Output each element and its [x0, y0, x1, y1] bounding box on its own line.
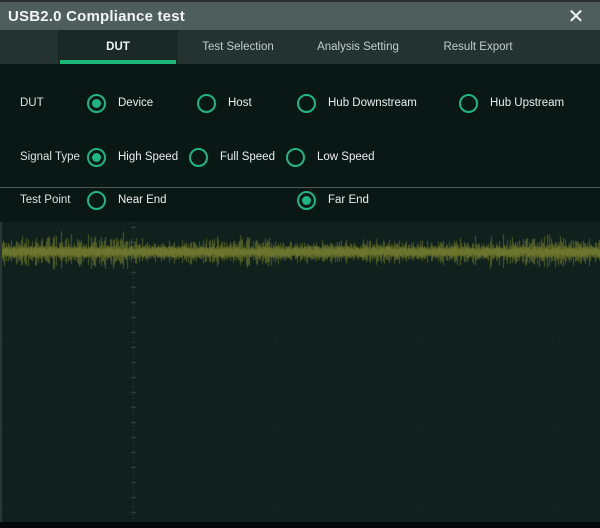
- tab-strip: DUT Test Selection Analysis Setting Resu…: [58, 30, 538, 64]
- radio-icon: [189, 148, 208, 167]
- dut-row: DUT Device Host Hub Downstream Hub Upstr…: [0, 88, 600, 118]
- radio-icon: [286, 148, 305, 167]
- signal-type-row: Signal Type High Speed Full Speed Low Sp…: [0, 142, 600, 172]
- radio-full-speed-label: Full Speed: [220, 151, 275, 163]
- dialog-title: USB2.0 Compliance test: [8, 8, 185, 25]
- radio-host-label: Host: [228, 97, 252, 109]
- close-icon[interactable]: ✕: [560, 2, 592, 32]
- signal-type-row-label: Signal Type: [20, 142, 80, 172]
- tab-result-export-label: Result Export: [443, 41, 512, 53]
- radio-hub-downstream[interactable]: Hub Downstream: [297, 88, 417, 118]
- tab-result-export[interactable]: Result Export: [418, 30, 538, 64]
- radio-icon: [297, 191, 316, 210]
- tab-test-selection[interactable]: Test Selection: [178, 30, 298, 64]
- radio-host[interactable]: Host: [197, 88, 252, 118]
- radio-near-end[interactable]: Near End: [87, 185, 167, 215]
- radio-hub-downstream-label: Hub Downstream: [328, 97, 417, 109]
- radio-hub-upstream-label: Hub Upstream: [490, 97, 564, 109]
- tab-bar: DUT Test Selection Analysis Setting Resu…: [0, 30, 600, 64]
- radio-icon: [87, 148, 106, 167]
- dut-row-label: DUT: [20, 88, 44, 118]
- radio-icon: [297, 94, 316, 113]
- radio-device[interactable]: Device: [87, 88, 153, 118]
- radio-near-end-label: Near End: [118, 194, 167, 206]
- test-point-row: Test Point Near End Far End: [0, 185, 600, 215]
- radio-hub-upstream[interactable]: Hub Upstream: [459, 88, 564, 118]
- dialog-body: DUT Device Host Hub Downstream Hub Upstr…: [0, 64, 600, 222]
- radio-high-speed-label: High Speed: [118, 151, 178, 163]
- tab-test-selection-label: Test Selection: [202, 41, 274, 53]
- screen-bottom-edge: [0, 522, 600, 528]
- tab-dut-label: DUT: [106, 41, 130, 53]
- radio-icon: [197, 94, 216, 113]
- waveform-display: [0, 222, 600, 522]
- usb-compliance-dialog: USB2.0 Compliance test ✕ DUT Test Select…: [0, 0, 600, 528]
- tab-analysis-setting-label: Analysis Setting: [317, 41, 399, 53]
- radio-low-speed-label: Low Speed: [317, 151, 375, 163]
- dialog-titlebar: USB2.0 Compliance test ✕: [0, 0, 600, 30]
- radio-far-end[interactable]: Far End: [297, 185, 369, 215]
- radio-far-end-label: Far End: [328, 194, 369, 206]
- radio-icon: [87, 94, 106, 113]
- screen-left-edge: [0, 222, 2, 522]
- test-point-row-label: Test Point: [20, 185, 71, 215]
- tab-dut[interactable]: DUT: [58, 30, 178, 64]
- radio-device-label: Device: [118, 97, 153, 109]
- radio-icon: [87, 191, 106, 210]
- radio-low-speed[interactable]: Low Speed: [286, 142, 375, 172]
- tab-analysis-setting[interactable]: Analysis Setting: [298, 30, 418, 64]
- radio-icon: [459, 94, 478, 113]
- radio-full-speed[interactable]: Full Speed: [189, 142, 275, 172]
- radio-high-speed[interactable]: High Speed: [87, 142, 178, 172]
